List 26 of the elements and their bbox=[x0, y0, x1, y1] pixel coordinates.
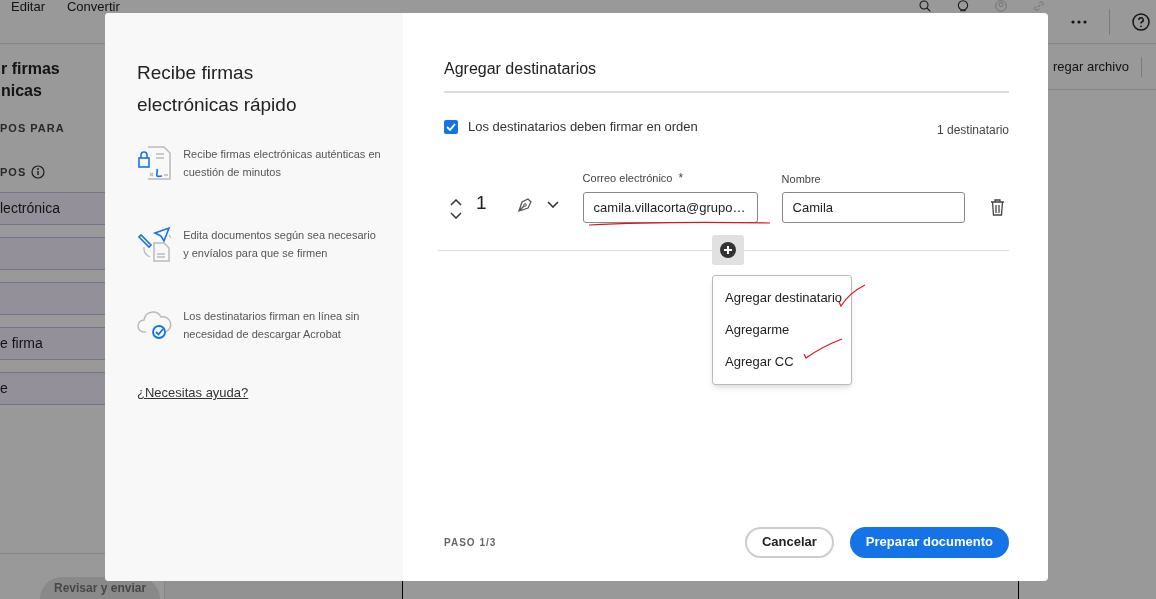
prepare-button[interactable]: Preparar documento bbox=[849, 526, 1009, 558]
cancel-button[interactable]: Cancelar bbox=[744, 526, 834, 558]
feature-text: Recibe firmas electrónicas auténticas en cuestión de minutos bbox=[183, 147, 382, 180]
checkbox-label: Los destinatarios deben firmar en orden bbox=[468, 118, 698, 137]
dialog-heading: Agregar destinatarios bbox=[444, 57, 1009, 93]
field-label: Nombre bbox=[781, 171, 822, 187]
recipient-number: 1 bbox=[476, 190, 487, 215]
feature-text: Los destinatarios firman en línea sin necesidad de descargar Acrobat bbox=[183, 309, 361, 342]
menu-item[interactable]: Convertir bbox=[66, 0, 120, 13]
step-indicator: PASO 1/3 bbox=[444, 535, 497, 550]
menu-item[interactable]: Agregarme bbox=[713, 314, 851, 346]
field-label: Correo electrónico bbox=[582, 170, 673, 186]
menu-item[interactable]: Editar bbox=[11, 0, 45, 13]
menu-item[interactable]: Agregar CC bbox=[713, 346, 851, 378]
section-label: POS PARA bbox=[0, 121, 66, 136]
add-file-link[interactable]: regar archivo bbox=[1053, 56, 1129, 77]
panel-title: r firmas bbox=[1, 59, 60, 79]
name-field[interactable]: Camila bbox=[781, 192, 965, 223]
section-label: POS bbox=[0, 164, 27, 180]
recipient-count: 1 destinatario bbox=[936, 122, 1009, 139]
required-mark: * bbox=[678, 170, 684, 187]
intro-title: Recibe firmas electrónicas rápido bbox=[137, 61, 298, 117]
panel-title: nicas bbox=[1, 81, 42, 101]
menu-item[interactable]: Agregar destinatario bbox=[713, 282, 851, 314]
feature-text: Edita documentos según sea necesario y envíalos para que se firmen bbox=[183, 228, 377, 261]
email-field[interactable]: camila.villacorta@grupo… bbox=[582, 192, 758, 223]
